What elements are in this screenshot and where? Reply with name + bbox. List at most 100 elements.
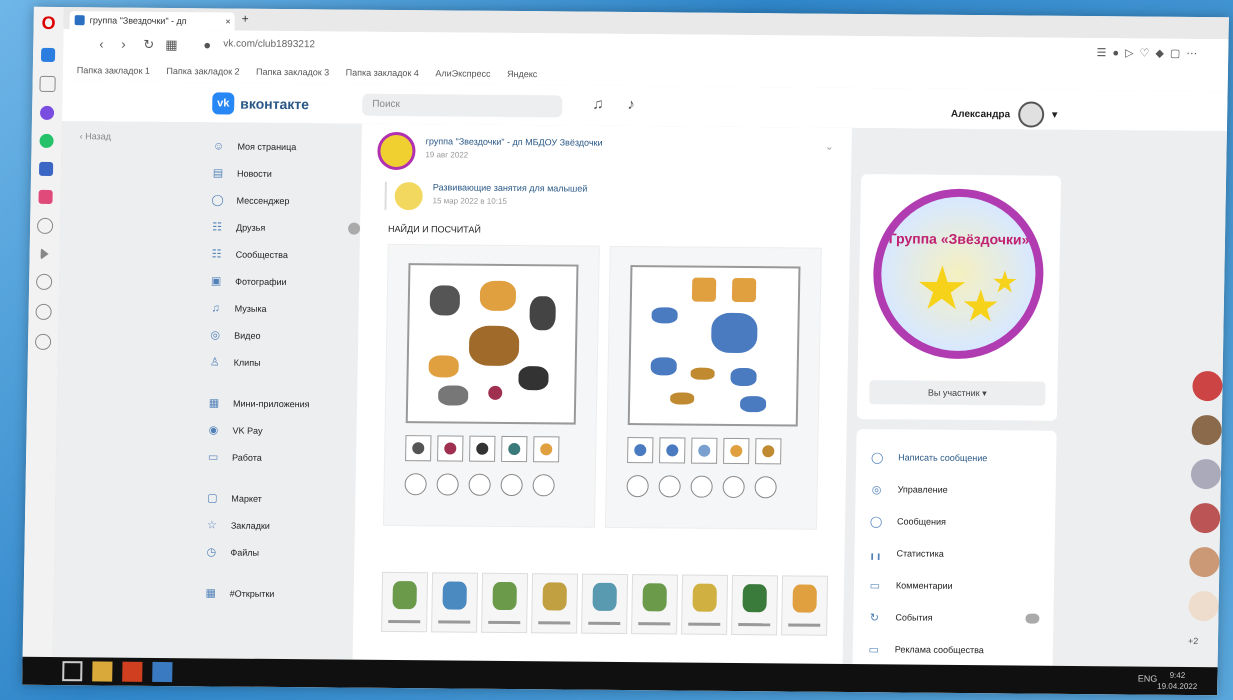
menu-item[interactable]: ♙ Клипы xyxy=(208,348,358,376)
strip-image[interactable] xyxy=(681,574,729,635)
menu-item[interactable]: ▭ Работа xyxy=(206,443,356,471)
heart-sidebar-icon[interactable] xyxy=(35,273,53,290)
repost-name[interactable]: Развивающие занятия для малышей xyxy=(433,182,588,193)
more-friends[interactable]: +2 xyxy=(1188,636,1198,646)
instagram-sidebar-icon[interactable] xyxy=(38,189,53,204)
friend-avatar[interactable] xyxy=(1192,370,1223,402)
home-sidebar-icon[interactable] xyxy=(39,75,56,92)
forward-arrow-icon[interactable]: › xyxy=(121,37,126,52)
tab-close-button[interactable]: × xyxy=(225,12,231,30)
action-item[interactable]: ▭ Комментарии xyxy=(854,569,1055,603)
group-name[interactable]: группа "Звездочки" - дп МБДОУ Звёздочки xyxy=(426,136,603,148)
friend-avatar[interactable] xyxy=(1191,414,1222,446)
friend-avatar[interactable] xyxy=(1189,546,1220,578)
lock-icon: ● xyxy=(203,37,212,53)
tray-language[interactable]: ENG xyxy=(1138,674,1158,684)
post-header: группа "Звездочки" - дп МБДОУ Звёздочки … xyxy=(377,131,603,172)
menu-item[interactable]: ☷ Друзья xyxy=(210,213,361,241)
menu-item[interactable]: ▦ #Открытки xyxy=(203,579,353,607)
search-input[interactable]: Поиск xyxy=(362,93,563,118)
browser-tab[interactable]: группа "Звездочки" - дп × xyxy=(69,11,235,31)
action-item[interactable]: ◎ Управление xyxy=(855,473,1056,507)
new-tab-button[interactable]: + xyxy=(242,12,249,26)
friend-avatar[interactable] xyxy=(1188,590,1219,622)
back-label: Назад xyxy=(85,131,112,142)
strip-image[interactable] xyxy=(781,575,829,636)
menu-item[interactable]: ☆ Закладки xyxy=(205,511,355,539)
app-icon[interactable] xyxy=(152,661,173,683)
menu-icon: ▢ xyxy=(207,492,218,505)
tabs-grid-icon[interactable]: ▦ xyxy=(165,37,178,53)
player-sidebar-icon[interactable] xyxy=(40,247,49,260)
group-logo[interactable]: Группа «Звёздочки» ★ ★ ★ xyxy=(871,188,1045,360)
menu-item[interactable]: ◉ VK Pay xyxy=(206,416,356,444)
whatsapp-sidebar-icon[interactable] xyxy=(39,133,54,148)
reload-icon[interactable]: ↻ xyxy=(143,37,154,53)
bell-icon[interactable]: ♫ xyxy=(592,96,604,113)
action-label: Управление xyxy=(897,484,948,495)
opera-logo-icon[interactable]: O xyxy=(33,13,63,34)
strip-image[interactable] xyxy=(731,574,779,636)
action-label: Сообщения xyxy=(896,516,947,527)
strip-image[interactable] xyxy=(481,572,529,634)
strip-image[interactable] xyxy=(631,574,679,635)
menu-item[interactable]: ▦ Мини-приложения xyxy=(207,389,357,417)
group-avatar[interactable] xyxy=(377,131,416,171)
action-item[interactable]: ▭ Реклама сообщества xyxy=(853,633,1054,667)
action-item[interactable]: ↻ События xyxy=(853,601,1054,635)
action-item[interactable]: ╻╻ Статистика xyxy=(854,537,1055,571)
menu-item[interactable]: ☺ Моя страница xyxy=(211,132,361,160)
clock[interactable]: 9:42 19.04.2022 xyxy=(1157,670,1197,692)
settings-icon[interactable] xyxy=(347,222,361,235)
vk-logo-icon: vk xyxy=(212,92,235,115)
action-item[interactable]: ◯ Сообщения xyxy=(855,505,1056,539)
post-image-cats[interactable] xyxy=(382,243,600,528)
bookmark-item[interactable]: АлиЭкспресс xyxy=(435,68,490,78)
friend-avatar[interactable] xyxy=(1190,458,1222,490)
settings-sidebar-icon[interactable] xyxy=(36,217,54,234)
member-button[interactable]: Вы участник ▾ xyxy=(869,380,1046,406)
repost-avatar[interactable] xyxy=(394,181,423,211)
vk-logo[interactable]: vk вконтакте xyxy=(212,92,309,115)
action-label: Статистика xyxy=(896,548,944,559)
menu-item[interactable]: ▤ Новости xyxy=(211,159,361,187)
menu-item[interactable]: ◯ Мессенджер xyxy=(210,186,360,214)
vk-messenger-sidebar-icon[interactable] xyxy=(38,161,54,176)
bookmark-item[interactable]: Яндекс xyxy=(507,69,537,79)
strip-image[interactable] xyxy=(431,572,479,633)
menu-item[interactable]: ◷ Файлы xyxy=(204,538,354,566)
menu-item[interactable]: ♫ Музыка xyxy=(208,294,358,322)
toolbar-icons[interactable]: ☰●▷♡◆▢⋯ xyxy=(1096,46,1203,60)
history-sidebar-icon[interactable] xyxy=(35,303,52,320)
file-explorer-icon[interactable] xyxy=(92,661,113,682)
bookmark-item[interactable]: Папка закладок 4 xyxy=(346,68,419,79)
back-link[interactable]: ‹ Назад xyxy=(80,131,111,141)
vk-sidebar-icon[interactable] xyxy=(40,47,56,62)
action-item[interactable]: ◯ Написать сообщение xyxy=(856,441,1057,475)
menu-item[interactable]: ▣ Фотографии xyxy=(209,267,359,295)
extensions-sidebar-icon[interactable] xyxy=(34,333,52,350)
clock-date: 19.04.2022 xyxy=(1157,681,1198,692)
post-image-strip[interactable] xyxy=(381,571,829,636)
windows-start-icon[interactable] xyxy=(62,661,83,682)
menu-item[interactable]: ◎ Видео xyxy=(208,321,358,349)
strip-image[interactable] xyxy=(581,573,629,635)
strip-image[interactable] xyxy=(531,573,579,634)
bookmark-item[interactable]: Папка закладок 2 xyxy=(166,66,239,77)
post-image-tea[interactable] xyxy=(604,245,822,530)
menu-item[interactable]: ▢ Маркет xyxy=(205,484,355,512)
friends-online: +2 xyxy=(1188,370,1229,647)
messenger-sidebar-icon[interactable] xyxy=(39,105,55,120)
menu-item[interactable]: ☷ Сообщества xyxy=(209,240,359,268)
app-icon[interactable] xyxy=(122,661,143,682)
friend-avatar[interactable] xyxy=(1189,502,1221,534)
bookmark-item[interactable]: Папка закладок 3 xyxy=(256,67,329,78)
chevron-down-icon[interactable]: ⌄ xyxy=(825,142,834,153)
music-icon[interactable]: ♪ xyxy=(627,96,635,113)
strip-image[interactable] xyxy=(381,571,429,633)
answer-circle xyxy=(468,473,491,496)
user-menu[interactable]: Александра ▾ xyxy=(951,101,1058,128)
back-arrow-icon[interactable]: ‹ xyxy=(99,36,104,51)
url-field[interactable]: vk.com/club1893212 xyxy=(223,38,315,50)
bookmark-item[interactable]: Папка закладок 1 xyxy=(77,65,150,76)
